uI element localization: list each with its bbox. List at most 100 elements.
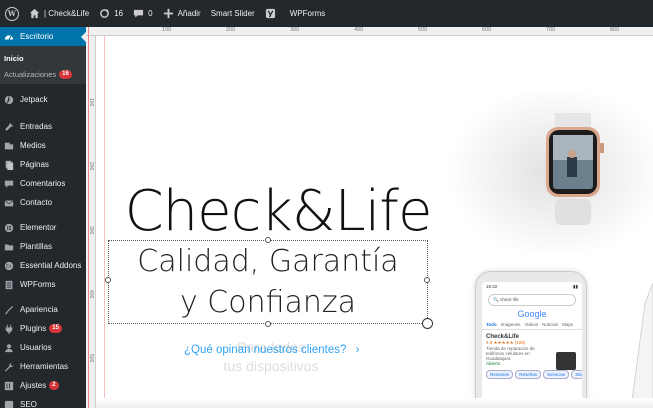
pin-icon: [5, 122, 14, 130]
sidebar-item-usuarios[interactable]: Usuarios: [0, 338, 86, 357]
phone-buttons: ResumenReseñasServiciosSitio: [482, 370, 582, 379]
comment-icon: [4, 180, 14, 188]
brush-icon: [4, 305, 14, 314]
sidebar-menu-list: Jetpack Entradas Medios Páginas Comentarios C…: [0, 90, 86, 408]
sidebar-item-label: Plantillas: [20, 242, 53, 251]
slide-headline[interactable]: Check&Life: [118, 179, 438, 244]
smartwatch-image[interactable]: [541, 113, 611, 225]
folder-icon: [4, 244, 14, 250]
testimonials-link[interactable]: ¿Qué opinan nuestros clientes? ›: [184, 344, 404, 356]
smart-slider-link[interactable]: Smart Slider: [206, 0, 260, 27]
svg-text:EA: EA: [6, 263, 12, 268]
submenu-updates[interactable]: Actualizaciones 16: [0, 66, 86, 82]
sidebar-item-jetpack[interactable]: Jetpack: [0, 90, 86, 109]
form-icon: [5, 280, 13, 289]
ruler-tick-label: 100: [162, 27, 172, 33]
resize-handle-left[interactable]: [105, 277, 111, 283]
result-thumbnail: [556, 352, 576, 370]
add-new-link[interactable]: Añadir: [158, 0, 206, 27]
slide-subtitle[interactable]: Calidad, Garantía y Confianza: [108, 241, 428, 323]
sidebar-item-p-ginas[interactable]: Páginas: [0, 155, 86, 174]
sidebar-item-essential-addons[interactable]: EA Essential Addons: [0, 256, 86, 275]
slider-editor-canvas[interactable]: 100 200 300 400 500 600 700 800 100 200 300 400 500…: [86, 27, 653, 408]
yoast-link[interactable]: [260, 0, 285, 27]
sidebar-item-label: Contacto: [20, 198, 53, 207]
admin-bar: | Check&Life 16 0 Añadir Smart Slider WP…: [0, 0, 653, 27]
resize-handle-top[interactable]: [265, 237, 271, 243]
phone-chip-button: Resumen: [486, 370, 514, 379]
mail-icon: [4, 199, 14, 206]
sidebar-item-label: Usuarios: [20, 343, 52, 352]
sidebar-item-comentarios[interactable]: Comentarios: [0, 174, 86, 193]
sidebar-item-label: Comentarios: [20, 179, 66, 188]
sidebar-item-contacto[interactable]: Contacto: [0, 193, 86, 212]
wpforms-label: WPForms: [289, 9, 326, 18]
ruler-tick-label: 600: [482, 27, 492, 33]
sidebar-item-label: SEO: [20, 400, 37, 408]
phone-time: 16:42: [486, 284, 498, 289]
guide-line[interactable]: [104, 36, 105, 408]
submenu-home[interactable]: Inicio: [0, 50, 86, 66]
smart-slider-label: Smart Slider: [210, 9, 255, 18]
sidebar-item-label: Entradas: [20, 122, 53, 131]
updates-badge: 16: [59, 69, 72, 79]
comments-link[interactable]: 0: [128, 0, 157, 27]
sidebar-item-label: Medios: [20, 141, 46, 150]
jetpack-icon: [4, 95, 14, 104]
seo-icon: [4, 400, 14, 408]
phone-tab: Noticias: [542, 322, 559, 327]
elementor-icon: [4, 223, 14, 232]
sidebar-item-label: Elementor: [20, 223, 57, 232]
refresh-icon: [100, 8, 110, 18]
sidebar-item-seo[interactable]: SEO: [0, 395, 86, 408]
wrench-icon: [4, 362, 14, 372]
phone-tab: Imágenes: [500, 322, 521, 327]
sidebar-item-label: Jetpack: [20, 95, 48, 104]
media-icon: [4, 142, 14, 149]
resize-handle-right[interactable]: [424, 277, 430, 283]
wordpress-icon: [5, 6, 19, 21]
phone-tab: Videos: [524, 322, 539, 327]
phone-tabs: Todo Imágenes Videos Noticias Maps: [482, 322, 582, 330]
comments-count: 0: [148, 9, 153, 18]
sidebar-item-plantillas[interactable]: Plantillas: [0, 237, 86, 256]
sidebar-item-wpforms[interactable]: WPForms: [0, 275, 86, 294]
wordpress-logo-button[interactable]: [0, 0, 24, 27]
rotate-handle[interactable]: [422, 318, 433, 329]
sidebar-item-label: Essential Addons: [20, 261, 82, 270]
home-icon: [29, 8, 40, 19]
google-logo: Google: [517, 309, 547, 319]
sidebar-item-dashboard[interactable]: Escritorio: [0, 27, 86, 46]
dashboard-icon: [4, 34, 14, 40]
sidebar-item-label: Herramientas: [20, 362, 69, 371]
sidebar-item-apariencia[interactable]: Apariencia: [0, 300, 86, 319]
sidebar-item-elementor[interactable]: Elementor: [0, 218, 86, 237]
ruler-top[interactable]: 100 200 300 400 500 600 700 800: [86, 27, 653, 36]
phone-tab: Maps: [562, 322, 574, 327]
signal-icon: ▮▮: [573, 284, 578, 289]
sidebar-item-label: WPForms: [20, 280, 56, 289]
guide-line[interactable]: [88, 27, 89, 408]
phone-image[interactable]: 16:42 ▮▮ 🔍 check life Google Todo Imágenes…: [475, 271, 587, 408]
sidebar-item-entradas[interactable]: Entradas: [0, 117, 86, 136]
sidebar-item-ajustes[interactable]: Ajustes 2: [0, 376, 86, 395]
updates-link[interactable]: 16: [94, 0, 128, 27]
ruler-tick-label: 700: [546, 27, 556, 33]
sidebar-badge: 2: [49, 381, 59, 390]
sidebar-item-herramientas[interactable]: Herramientas: [0, 357, 86, 376]
phone-chip-button: Reseñas: [515, 370, 542, 379]
sidebar-item-medios[interactable]: Medios: [0, 136, 86, 155]
ruler-tick-label: 400: [354, 27, 364, 33]
ruler-tick-label: 200: [226, 27, 236, 33]
phone-screen: 16:42 ▮▮ 🔍 check life Google Todo Imágenes…: [482, 282, 582, 408]
testimonials-link-text: ¿Qué opinan nuestros clientes?: [184, 344, 347, 356]
resize-handle-bottom[interactable]: [265, 321, 271, 327]
sidebar-item-plugins[interactable]: Plugins 15: [0, 319, 86, 338]
sidebar-item-label: Apariencia: [20, 305, 58, 314]
wpforms-link[interactable]: WPForms: [285, 0, 331, 27]
phone-result: Check&Life 4,9 ★★★★★ (105) Tienda de rep…: [482, 330, 582, 370]
site-name-link[interactable]: | Check&Life: [24, 0, 94, 27]
plugin-icon: [5, 324, 13, 334]
result-desc: Tienda de reparación de teléfonos celula…: [486, 346, 535, 361]
plus-icon: [163, 8, 173, 19]
